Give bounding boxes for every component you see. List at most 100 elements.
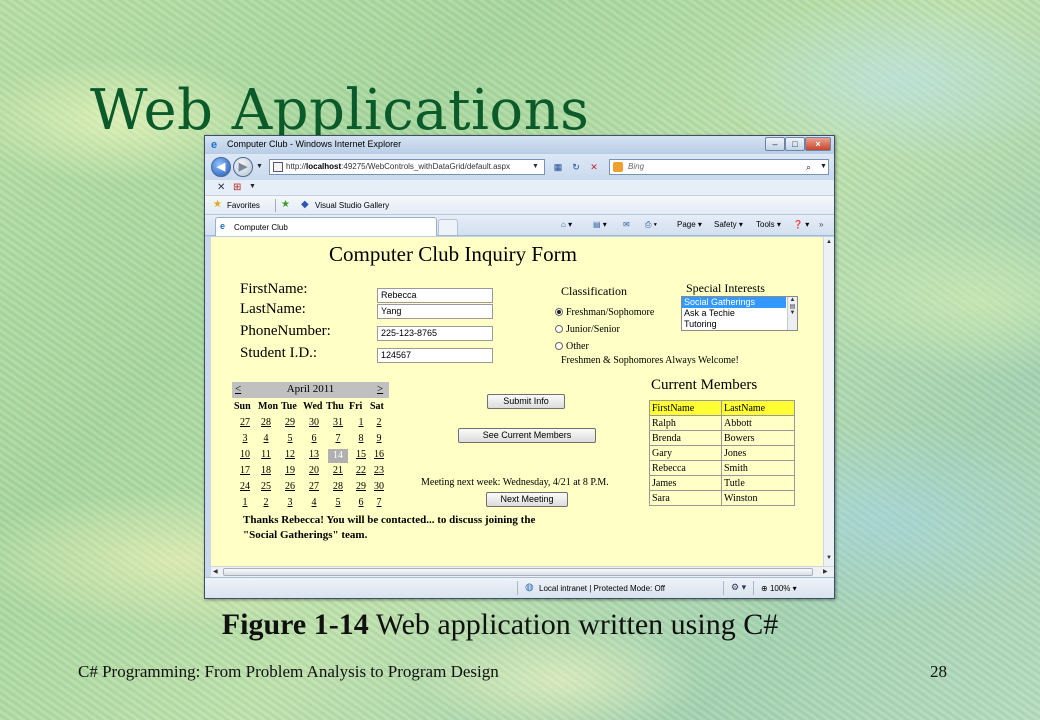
calendar-day[interactable]: 10 <box>235 449 255 460</box>
calendar-day[interactable]: 1 <box>235 497 255 508</box>
calendar-day[interactable]: 17 <box>235 465 255 476</box>
window-titlebar[interactable]: e Computer Club - Windows Internet Explo… <box>205 136 834 154</box>
calendar-day[interactable]: 8 <box>351 433 371 444</box>
calendar-day[interactable]: 3 <box>280 497 300 508</box>
favorites-button[interactable]: Favorites <box>227 201 260 210</box>
calendar-day[interactable]: 20 <box>304 465 324 476</box>
favorites-link-vs-gallery[interactable]: Visual Studio Gallery <box>315 201 389 210</box>
calendar-day[interactable]: 4 <box>256 433 276 444</box>
firstname-input[interactable]: Rebecca <box>377 288 493 303</box>
scroll-left-icon[interactable]: ◀ <box>213 568 218 575</box>
calendar-day[interactable]: 14 <box>328 449 348 463</box>
calendar-day[interactable]: 28 <box>256 417 276 428</box>
calendar-day[interactable]: 15 <box>351 449 371 460</box>
maximize-button[interactable]: □ <box>785 137 805 151</box>
forward-button[interactable]: ▶ <box>233 157 253 177</box>
calendar-day[interactable]: 7 <box>369 497 389 508</box>
special-interests-listbox[interactable]: Social Gatherings Ask a Techie Tutoring … <box>681 296 798 331</box>
calendar-day[interactable]: 4 <box>304 497 324 508</box>
calendar-day[interactable]: 31 <box>328 417 348 428</box>
calendar-day[interactable]: 11 <box>256 449 276 460</box>
help-icon[interactable]: ❓ ▾ <box>793 220 809 229</box>
listbox-scrollbar[interactable]: ▲ ▤ ▼ <box>787 297 797 330</box>
scroll-up-icon[interactable]: ▲ <box>826 239 832 245</box>
listbox-option[interactable]: Tutoring <box>682 319 786 330</box>
submit-info-button[interactable]: Submit Info <box>487 394 565 409</box>
mail-icon[interactable]: ✉ <box>623 220 630 229</box>
calendar-next-link[interactable]: > <box>377 383 383 395</box>
calendar-day[interactable]: 30 <box>304 417 324 428</box>
minimize-button[interactable]: – <box>765 137 785 151</box>
security-zone[interactable]: Local intranet | Protected Mode: Off <box>539 584 665 593</box>
tab-computer-club[interactable]: e Computer Club <box>215 217 437 236</box>
scroll-right-icon[interactable]: ▶ <box>823 568 828 575</box>
search-input[interactable]: Bing ⌕ ▼ <box>609 159 829 175</box>
address-dropdown-icon[interactable]: ▼ <box>532 160 539 174</box>
search-dropdown-icon[interactable]: ▼ <box>820 160 827 174</box>
calendar-day[interactable]: 1 <box>351 417 371 428</box>
print-icon[interactable]: ⎙ ▾ <box>645 220 657 230</box>
convert-icon[interactable]: ⊞ <box>233 182 241 193</box>
calendar-day[interactable]: 7 <box>328 433 348 444</box>
calendar-day[interactable]: 2 <box>256 497 276 508</box>
see-current-members-button[interactable]: See Current Members <box>458 428 596 443</box>
scroll-thumb[interactable] <box>223 568 813 576</box>
calendar-day[interactable]: 22 <box>351 465 371 476</box>
calendar-prev-link[interactable]: < <box>235 383 241 395</box>
home-icon[interactable]: ⌂ ▾ <box>561 220 572 229</box>
zoom-level[interactable]: ⊕ 100% ▾ <box>761 584 797 593</box>
calendar-day[interactable]: 6 <box>351 497 371 508</box>
close-window-button[interactable]: × <box>805 137 831 151</box>
calendar-day[interactable]: 30 <box>369 481 389 492</box>
add-favorite-icon[interactable]: ★ <box>281 199 290 210</box>
calendar-day[interactable]: 9 <box>369 433 389 444</box>
calendar-day[interactable]: 29 <box>351 481 371 492</box>
horizontal-scrollbar[interactable]: ◀ ▶ <box>211 566 834 577</box>
calendar-day[interactable]: 21 <box>328 465 348 476</box>
phone-input[interactable]: 225-123-8765 <box>377 326 493 341</box>
calendar-day[interactable]: 12 <box>280 449 300 460</box>
radio-freshman-sophomore[interactable]: Freshman/Sophomore <box>555 307 654 318</box>
tools-menu[interactable]: Tools ▾ <box>756 220 781 229</box>
address-input[interactable]: http://localhost:49275/WebControls_withD… <box>269 159 545 175</box>
listbox-option[interactable]: Social Gatherings <box>682 297 786 308</box>
feeds-icon[interactable]: ▤ ▾ <box>593 220 607 229</box>
new-tab-button[interactable] <box>438 219 458 235</box>
calendar-day[interactable]: 5 <box>328 497 348 508</box>
radio-junior-senior[interactable]: Junior/Senior <box>555 324 620 335</box>
toolbar-overflow-icon[interactable]: » <box>819 220 823 229</box>
history-dropdown-icon[interactable]: ▼ <box>256 163 263 170</box>
radio-other[interactable]: Other <box>555 341 589 352</box>
protected-mode-icon[interactable]: ⚙ ▾ <box>731 582 746 593</box>
calendar-day[interactable]: 26 <box>280 481 300 492</box>
listbox-option[interactable]: Ask a Techie <box>682 308 786 319</box>
stop-icon[interactable]: ✕ <box>587 160 601 174</box>
calendar-day[interactable]: 23 <box>369 465 389 476</box>
close-bar-icon[interactable]: ✕ <box>217 182 225 193</box>
calendar-day[interactable]: 29 <box>280 417 300 428</box>
lastname-input[interactable]: Yang <box>377 304 493 319</box>
calendar-day[interactable]: 2 <box>369 417 389 428</box>
calendar-day[interactable]: 16 <box>369 449 389 460</box>
search-icon[interactable]: ⌕ <box>806 160 811 174</box>
favorites-star-icon[interactable]: ★ <box>213 199 222 210</box>
next-meeting-button[interactable]: Next Meeting <box>486 492 568 507</box>
vertical-scrollbar[interactable]: ▲ ▼ <box>823 237 834 566</box>
back-button[interactable]: ◀ <box>211 157 231 177</box>
calendar-day[interactable]: 28 <box>328 481 348 492</box>
calendar-day[interactable]: 13 <box>304 449 324 460</box>
calendar-day[interactable]: 27 <box>235 417 255 428</box>
calendar-day[interactable]: 27 <box>304 481 324 492</box>
calendar-day[interactable]: 6 <box>304 433 324 444</box>
convert-dropdown-icon[interactable]: ▼ <box>249 183 256 190</box>
compatibility-view-icon[interactable]: ▦ <box>551 160 565 174</box>
page-menu[interactable]: Page ▾ <box>677 220 702 229</box>
student-id-input[interactable]: 124567 <box>377 348 493 363</box>
refresh-icon[interactable]: ↻ <box>569 160 583 174</box>
calendar-day[interactable]: 3 <box>235 433 255 444</box>
calendar-day[interactable]: 25 <box>256 481 276 492</box>
scroll-down-icon[interactable]: ▼ <box>826 555 832 561</box>
safety-menu[interactable]: Safety ▾ <box>714 220 743 229</box>
calendar-day[interactable]: 19 <box>280 465 300 476</box>
calendar-day[interactable]: 18 <box>256 465 276 476</box>
